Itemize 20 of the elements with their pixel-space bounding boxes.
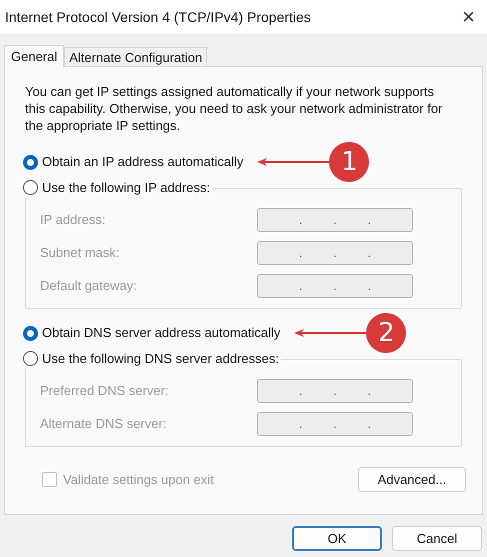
annotation-badge: 2 (366, 313, 406, 353)
field-label: Preferred DNS server: (40, 382, 169, 400)
tab[interactable]: Alternate Configuration (64, 47, 208, 66)
radio-label: Obtain DNS server address automatically (42, 324, 280, 342)
field-label: IP address: (40, 210, 106, 229)
close-button[interactable]: × (462, 6, 475, 28)
checkbox-label: Validate settings upon exit (63, 470, 214, 489)
dialog-button[interactable]: OK (292, 526, 382, 551)
description-text: You can get IP settings assigned automatically if your network supports this capability. Otherwise, you need to ask your network administrator for the appropriate IP settings. (25, 83, 444, 134)
dialog-button[interactable]: Cancel (392, 526, 482, 551)
field-label: Alternate DNS server: (40, 414, 166, 433)
radio-label: Use the following DNS server addresses: (42, 350, 279, 368)
annotation-badge: 1 (329, 142, 370, 182)
field-label: Subnet mask: (40, 244, 120, 262)
radio-label: Use the following IP address: (42, 179, 210, 197)
advanced-button[interactable]: Advanced... (358, 467, 466, 492)
field-label: Default gateway: (40, 276, 137, 295)
tab[interactable]: General (4, 45, 64, 67)
radio-label: Obtain an IP address automatically (42, 153, 244, 172)
window-title: Internet Protocol Version 4 (TCP/IPv4) Properties (5, 8, 311, 27)
